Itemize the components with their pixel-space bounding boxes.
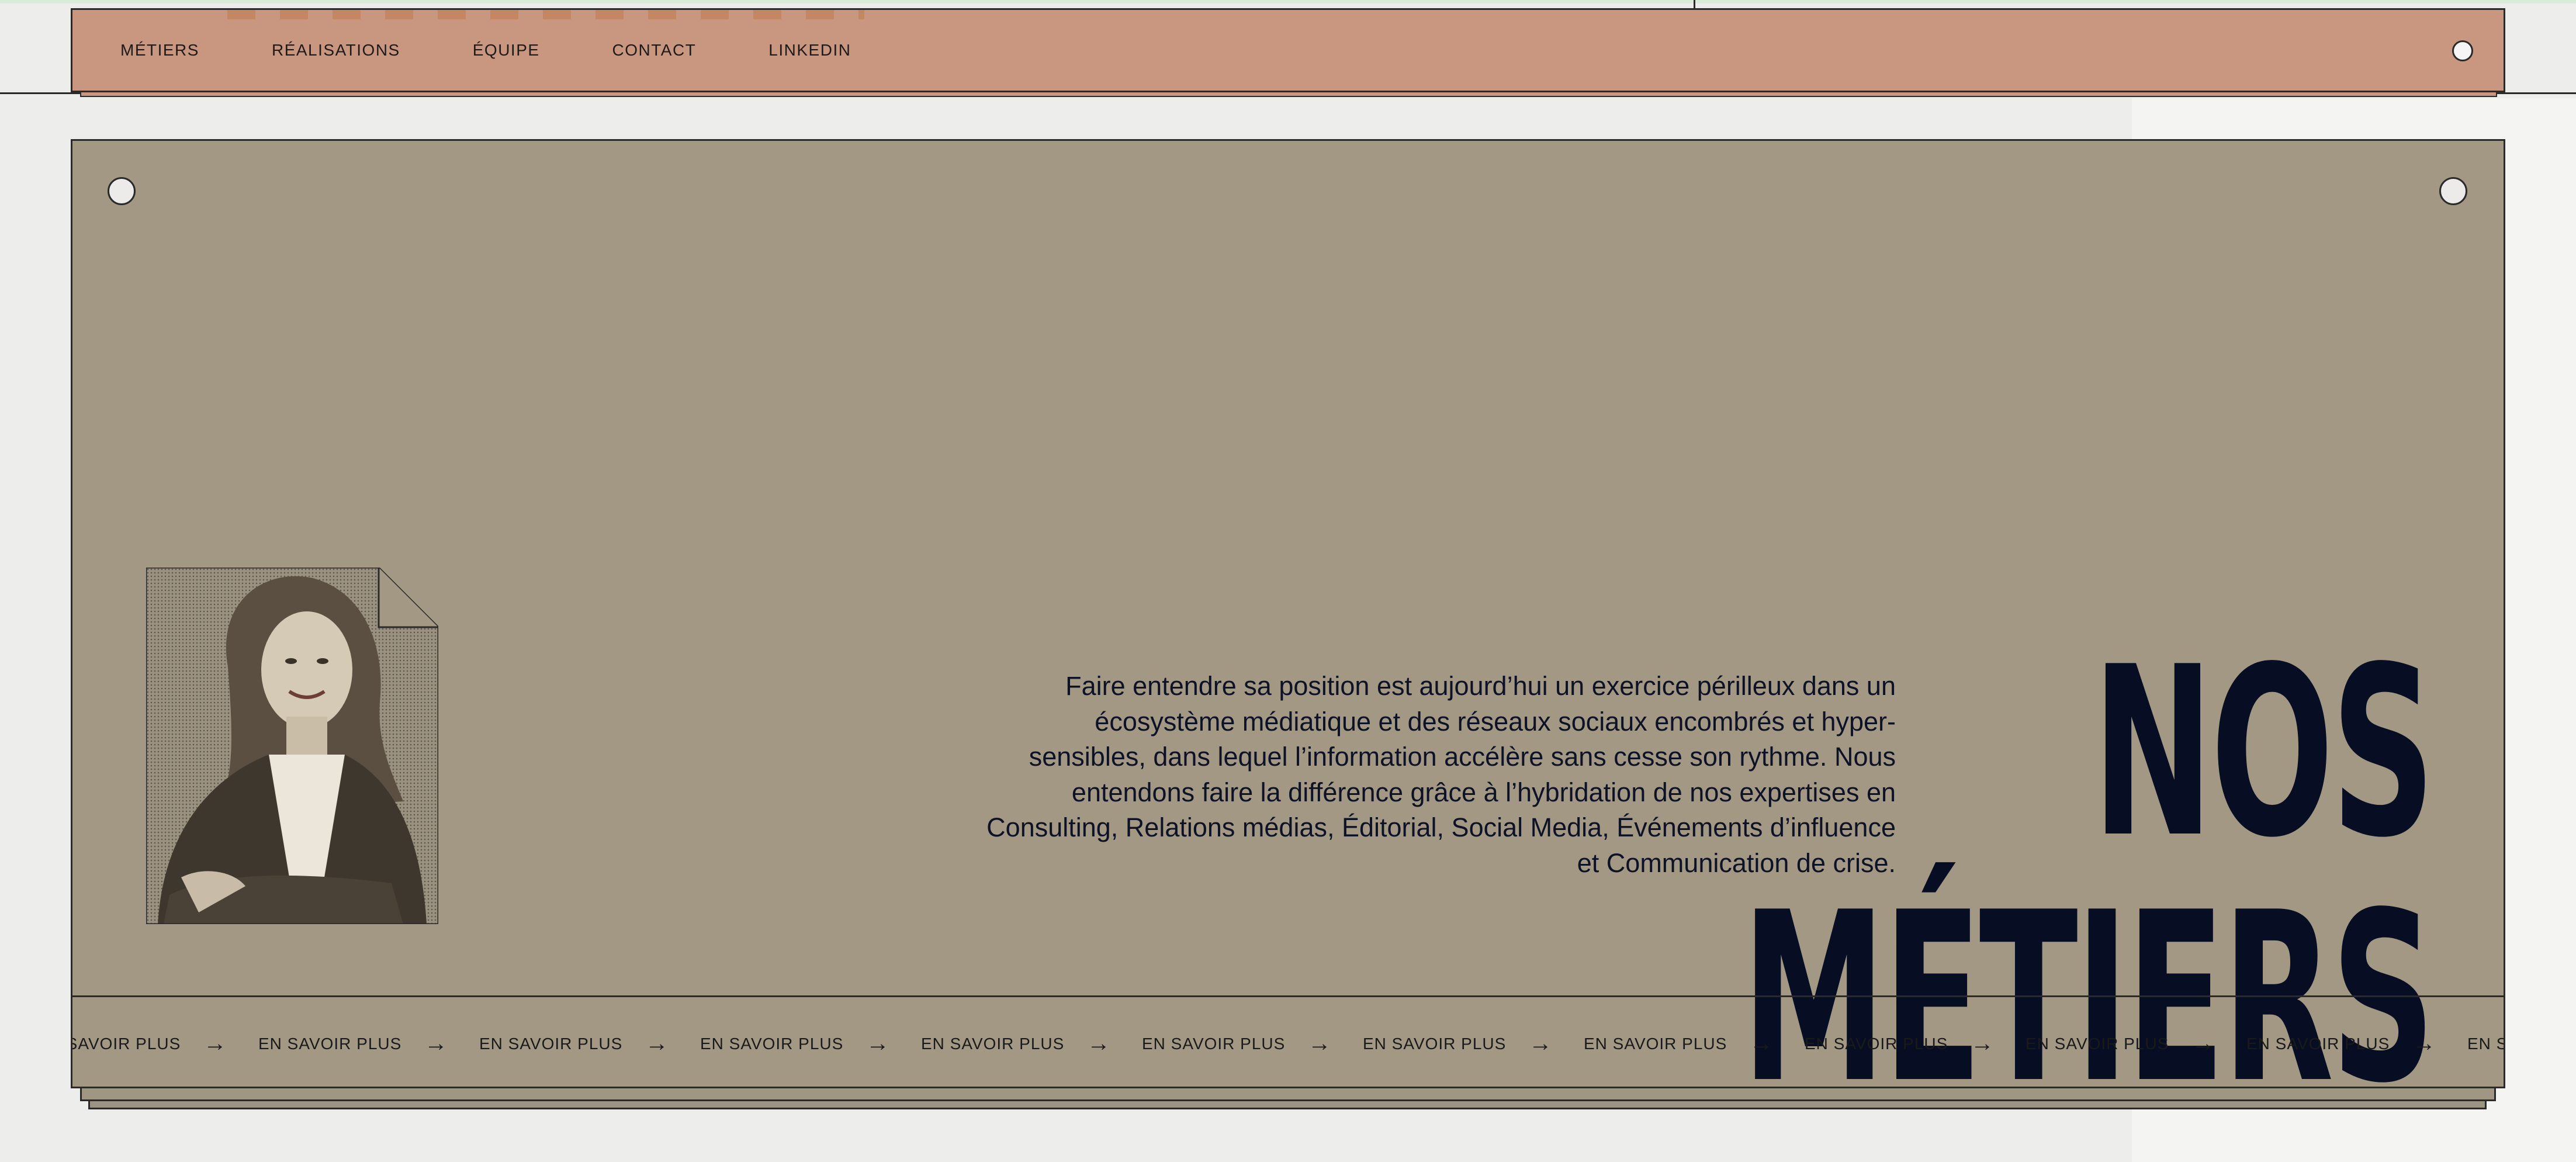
portrait-image (146, 568, 438, 924)
learn-more-label: EN SAVOIR PLUS (2026, 1034, 2169, 1053)
learn-more-link[interactable]: EN SAVOIR PLUS → (2026, 1030, 2246, 1057)
learn-more-link[interactable]: EN SAVOIR PLUS → (479, 1030, 700, 1057)
learn-more-link[interactable]: EN SAVOIR PLUS → (921, 1030, 1142, 1057)
learn-more-label: EN SAVOIR PLUS (2246, 1034, 2390, 1053)
nav-item-linkedin[interactable]: LINKEDIN (768, 41, 851, 60)
portrait-illustration (146, 568, 438, 924)
learn-more-label: EN SAVOIR PLUS (479, 1034, 623, 1053)
learn-more-label: EN SAVOIR PLUS (258, 1034, 402, 1053)
arrow-right-icon: → (1529, 1030, 1553, 1056)
learn-more-link[interactable]: EN SAVOIR PLUS → (2246, 1030, 2467, 1057)
title-line-1: NOS (2092, 617, 2435, 889)
learn-more-label: EN SAVOIR PLUS (1142, 1034, 1286, 1053)
learn-more-link[interactable]: EN SAVOIR PLUS → (1363, 1030, 1584, 1057)
arrow-right-icon: → (2412, 1030, 2436, 1056)
learn-more-link[interactable]: EN SAVOIR PLUS → (72, 1030, 258, 1057)
learn-more-label: EN SAVOIR PLUS (1363, 1034, 1507, 1053)
learn-more-link[interactable]: EN SAVOIR PLUS→ (2467, 1030, 2504, 1057)
learn-more-label: EN SAVOIR PLUS (2467, 1034, 2504, 1053)
learn-more-link[interactable]: EN SAVOIR PLUS → (700, 1030, 921, 1057)
arrow-right-icon: → (424, 1030, 448, 1056)
arrow-right-icon: → (645, 1030, 669, 1056)
nav-item-equipe[interactable]: ÉQUIPE (473, 41, 540, 60)
learn-more-link[interactable]: EN SAVOIR PLUS → (258, 1030, 479, 1057)
metiers-card: Faire entendre sa position est aujourd’h… (71, 139, 2505, 1088)
nav-decoration (227, 10, 864, 19)
nav-item-realisations[interactable]: RÉALISATIONS (272, 41, 400, 60)
learn-more-label: EN SAVOIR PLUS (700, 1034, 844, 1053)
arrow-right-icon: → (2191, 1030, 2215, 1056)
learn-more-link[interactable]: EN SAVOIR PLUS → (1142, 1030, 1363, 1057)
menu-dot-icon[interactable] (2452, 40, 2473, 61)
main-nav: MÉTIERS RÉALISATIONS ÉQUIPE CONTACT LINK… (71, 8, 2505, 92)
arrow-right-icon: → (1308, 1030, 1332, 1056)
arrow-right-icon: → (1087, 1030, 1111, 1056)
learn-more-marquee[interactable]: EN SAVOIR PLUS → EN SAVOIR PLUS → EN SAVOIR … (72, 995, 2504, 1087)
learn-more-label: EN SAVOIR PLUS (1805, 1034, 1948, 1053)
learn-more-label: EN SAVOIR PLUS (1584, 1034, 1727, 1053)
learn-more-link[interactable]: EN SAVOIR PLUS → (1584, 1030, 1805, 1057)
top-divider-tick (1694, 0, 1695, 8)
arrow-right-icon: → (203, 1030, 227, 1056)
top-accent-line (0, 0, 2576, 4)
marquee-row: EN SAVOIR PLUS → EN SAVOIR PLUS → EN SAVOIR … (72, 997, 2504, 1087)
arrow-right-icon: → (1750, 1030, 1774, 1056)
arrow-right-icon: → (1971, 1030, 1995, 1056)
learn-more-link[interactable]: EN SAVOIR PLUS → (1805, 1030, 2026, 1057)
nav-item-contact[interactable]: CONTACT (612, 41, 697, 60)
learn-more-label: EN SAVOIR PLUS (921, 1034, 1065, 1053)
nav-item-metiers[interactable]: MÉTIERS (120, 41, 199, 60)
pin-icon (2439, 177, 2467, 205)
pin-icon (108, 177, 136, 205)
learn-more-label: EN SAVOIR PLUS (72, 1034, 181, 1053)
arrow-right-icon: → (866, 1030, 890, 1056)
